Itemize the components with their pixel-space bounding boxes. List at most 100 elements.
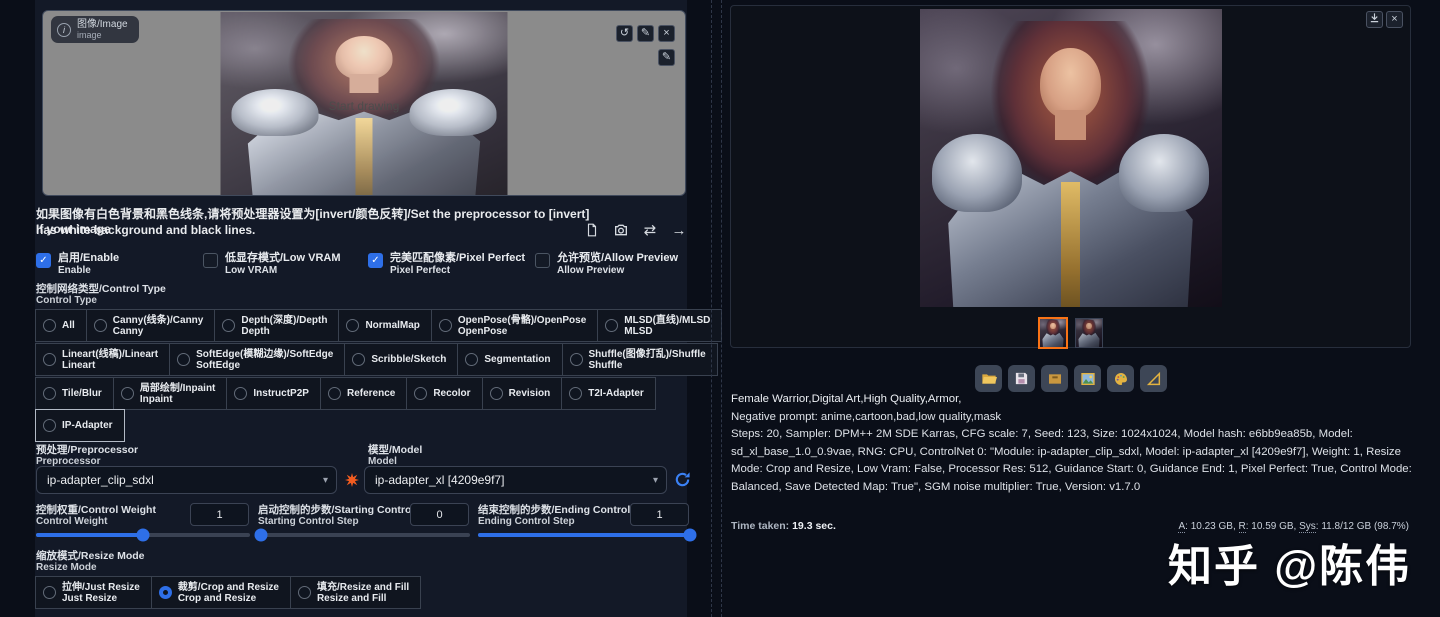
lowvram-checkbox-row[interactable]: 低显存模式/Low VRAM Low VRAM [203,252,341,277]
pixel-perfect-checkbox[interactable]: ✓ [368,253,383,268]
control-type-ip-adapter[interactable]: IP-Adapter [35,409,125,442]
run-preprocessor-button[interactable] [343,471,361,489]
thumbnail-1-selected[interactable] [1038,317,1068,349]
clear-image-button[interactable]: × [658,25,675,42]
panel-divider [721,0,722,617]
brush-icon: ✎ [640,27,651,39]
slider-handle[interactable] [254,528,268,542]
start-drawing-label: Start drawing [328,99,400,113]
starting-step-slider[interactable] [254,528,470,542]
save-image-button[interactable] [1008,365,1035,392]
control-type-normalmap[interactable]: NormalMap [338,309,432,342]
prompt-text: Female Warrior,Digital Art,High Quality,… [731,393,962,405]
control-weight-label: 控制权重/Control Weight Control Weight [36,504,156,527]
invert-hint-line2: has white background and black lines. [36,223,256,237]
preprocessor-select[interactable]: ip-adapter_clip_sdxl ▾ [36,466,337,494]
control-type-openpose[interactable]: OpenPose(骨骼)/OpenPose OpenPose [430,309,599,342]
webcam-button[interactable] [611,220,631,240]
send-to-extras-button[interactable] [1140,365,1167,392]
radio-icon [438,319,452,332]
preprocessor-label: 预处理/Preprocessor Preprocessor [36,444,139,467]
radio-icon [234,387,248,400]
resize-crop-and-resize[interactable]: 裁剪/Crop and Resize Crop and Resize [150,576,291,609]
send-dimensions-button[interactable]: → [669,220,689,240]
refresh-icon [675,471,690,486]
model-select[interactable]: ip-adapter_xl [4209e9f7] ▾ [364,466,667,494]
new-canvas-button[interactable] [582,220,602,240]
send-to-inpaint-button[interactable] [1107,365,1134,392]
control-type-recolor[interactable]: Recolor [406,377,483,410]
pixel-perfect-label: 完美匹配像素/Pixel Perfect [390,252,526,264]
allow-preview-checkbox-row[interactable]: 允许预览/Allow Preview Allow Preview [535,252,678,277]
save-zip-button[interactable] [1041,365,1068,392]
control-type-mlsd[interactable]: MLSD(直线)/MLSD MLSD [597,309,723,342]
control-type-all[interactable]: All [35,309,87,342]
slider-handle[interactable] [136,528,150,542]
download-image-button[interactable] [1366,11,1383,28]
ruler-icon [1146,371,1160,385]
refresh-models-button[interactable] [673,470,691,488]
control-type-reference[interactable]: Reference [319,377,408,410]
radio-icon [569,387,583,400]
controlnet-image-dropzone[interactable]: Start drawing i 图像/Image image ↺ ✎ × ✎ [42,10,686,196]
edit-button[interactable]: ✎ [637,25,654,42]
control-type-revision[interactable]: Revision [481,377,563,410]
camera-icon [615,224,627,236]
control-type-t2i-adapter[interactable]: T2I-Adapter [561,377,656,410]
radio-icon [43,319,56,332]
pixel-perfect-checkbox-row[interactable]: ✓ 完美匹配像素/Pixel Perfect Pixel Perfect [368,252,525,277]
model-value: ip-adapter_xl [4209e9f7] [375,473,505,487]
check-icon: ✓ [39,255,48,266]
control-type-softedge[interactable]: SoftEdge(模糊边缘)/SoftEdge SoftEdge [169,343,346,376]
control-type-scribble[interactable]: Scribble/Sketch [344,343,459,376]
generated-image[interactable] [919,9,1222,307]
panel-divider [711,0,712,617]
radio-icon [297,586,311,599]
control-type-label: 控制网络类型/Control Type Control Type [36,283,166,306]
resize-just-resize[interactable]: 拉伸/Just Resize Just Resize [35,576,152,609]
allow-preview-checkbox[interactable] [535,253,550,268]
lowvram-label: 低显存模式/Low VRAM [225,252,341,264]
enable-checkbox-row[interactable]: ✓ 启用/Enable Enable [36,252,119,277]
control-type-instructp2p[interactable]: InstructP2P [226,377,321,410]
thumbnail-2[interactable] [1075,318,1103,348]
folder-icon [981,373,997,384]
resize-resize-and-fill[interactable]: 填充/Resize and Fill Resize and Fill [289,576,422,609]
zhihu-watermark: 知乎 @陈伟 [1168,542,1412,591]
mirror-webcam-button[interactable]: ⇄ [640,220,660,240]
swap-arrows-icon: ⇄ [643,222,657,239]
control-type-shuffle[interactable]: Shuffle(图像打乱)/Shuffle Shuffle [561,343,718,376]
warrior-result-art [919,9,1222,307]
control-type-depth[interactable]: Depth(深度)/Depth Depth [214,309,340,342]
pencil-icon: ✎ [661,51,672,63]
control-type-inpaint[interactable]: 局部绘制/Inpaint Inpaint [112,377,228,410]
output-gallery: × [730,5,1411,349]
send-to-img2img-button[interactable] [1074,365,1101,392]
undo-icon: ↺ [619,27,630,39]
close-gallery-button[interactable]: × [1386,11,1403,28]
control-weight-input[interactable]: 1 [190,503,249,526]
undo-button[interactable]: ↺ [616,25,633,42]
slider-handle[interactable] [683,528,697,542]
info-icon: i [57,22,71,37]
sketch-tool-button[interactable]: ✎ [658,49,675,66]
picture-icon [1080,372,1095,385]
thumbnail-art [1076,319,1102,347]
control-type-lineart[interactable]: Lineart(线稿)/Lineart Lineart [35,343,171,376]
enable-checkbox[interactable]: ✓ [36,253,51,268]
radio-icon [465,353,479,366]
starting-step-input[interactable]: 0 [410,503,469,526]
image-label-line2: image [77,30,102,40]
lowvram-checkbox[interactable] [203,253,218,268]
model-label: 模型/Model Model [368,444,423,467]
control-type-tile-blur[interactable]: Tile/Blur [35,377,114,410]
time-taken: Time taken: 19.3 sec. [731,520,836,532]
open-folder-button[interactable] [975,365,1002,392]
ending-step-slider[interactable] [478,528,697,542]
control-weight-slider[interactable] [36,528,250,542]
close-icon: × [1391,13,1398,25]
radio-icon [414,387,428,400]
control-type-segmentation[interactable]: Segmentation [457,343,563,376]
ending-step-input[interactable]: 1 [630,503,689,526]
control-type-canny[interactable]: Canny(线条)/Canny Canny [85,309,216,342]
